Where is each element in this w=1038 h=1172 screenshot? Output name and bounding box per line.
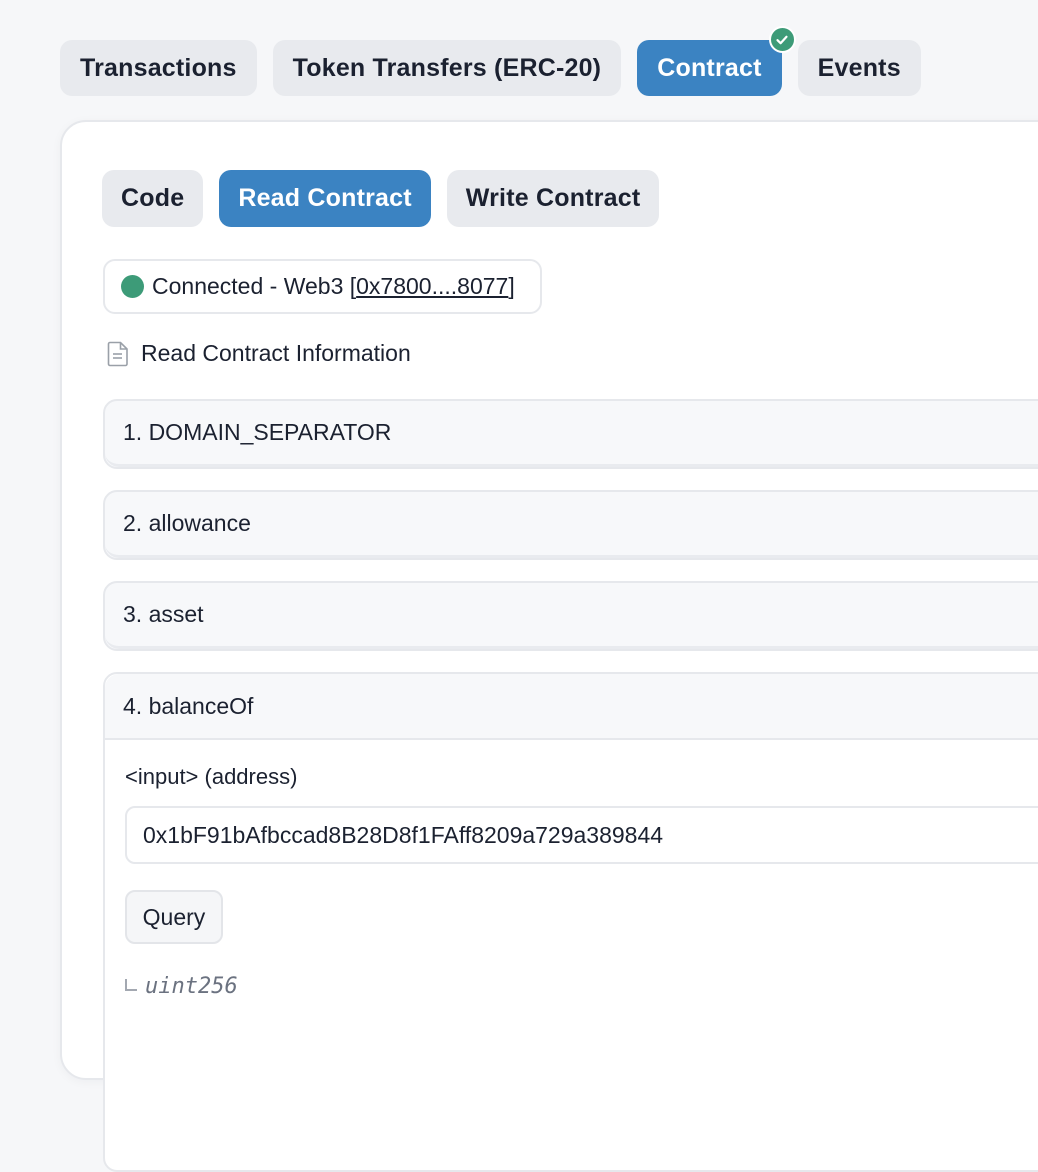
connected-address-link[interactable]: 0x7800....8077 xyxy=(356,273,508,300)
function-item: 3. asset xyxy=(103,581,1038,651)
read-contract-heading: Read Contract Information xyxy=(107,340,411,367)
tab-token-transfers[interactable]: Token Transfers (ERC-20) xyxy=(272,40,622,96)
function-header-asset[interactable]: 3. asset xyxy=(105,583,1038,649)
function-item: 2. allowance xyxy=(103,490,1038,560)
address-input[interactable] xyxy=(125,806,1038,864)
top-tab-bar: Transactions Token Transfers (ERC-20) Co… xyxy=(60,26,921,96)
function-header-allowance[interactable]: 2. allowance xyxy=(105,492,1038,558)
function-item: 1. DOMAIN_SEPARATOR xyxy=(103,399,1038,469)
document-icon xyxy=(107,341,128,366)
return-type: uint256 xyxy=(145,974,238,999)
section-title: Read Contract Information xyxy=(141,340,411,366)
contract-sub-tab-bar: Code Read Contract Write Contract xyxy=(102,170,660,227)
connection-status: Connected - Web3 [ 0x7800....8077 ] xyxy=(103,259,542,314)
verified-check-icon xyxy=(768,26,796,53)
input-label: <input> (address) xyxy=(125,764,298,789)
return-type-row: uint256 xyxy=(125,974,1038,999)
function-header-balanceof[interactable]: 4. balanceOf xyxy=(105,674,1038,740)
return-branch-icon xyxy=(125,978,137,991)
tab-read-contract[interactable]: Read Contract xyxy=(219,170,431,227)
tab-contract[interactable]: Contract xyxy=(637,26,796,96)
status-dot-icon xyxy=(121,275,144,298)
tab-contract-label: Contract xyxy=(657,53,762,82)
function-item-expanded: 4. balanceOf <input> (address) Query uin… xyxy=(103,672,1038,1172)
connection-status-suffix: ] xyxy=(508,273,515,299)
query-button[interactable]: Query xyxy=(125,890,223,944)
tab-write-contract[interactable]: Write Contract xyxy=(446,170,660,227)
function-body: <input> (address) Query uint256 xyxy=(105,740,1038,999)
connection-status-prefix: Connected - Web3 [ xyxy=(152,273,357,299)
tab-transactions[interactable]: Transactions xyxy=(60,40,257,96)
tab-events[interactable]: Events xyxy=(797,40,921,96)
tab-code[interactable]: Code xyxy=(102,170,204,227)
function-header-domain-separator[interactable]: 1. DOMAIN_SEPARATOR xyxy=(105,401,1038,467)
